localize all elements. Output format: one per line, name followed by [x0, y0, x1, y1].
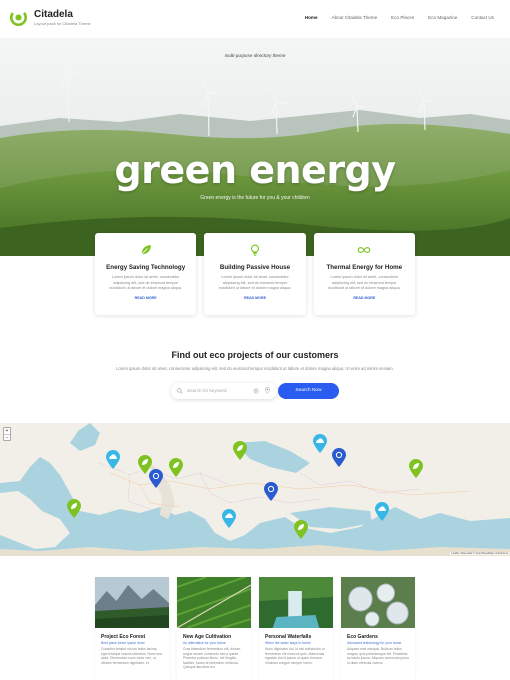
project-text: Cras bibendum fermentum elit, dictum aug…: [183, 647, 241, 670]
project-image-forest[interactable]: [95, 577, 169, 628]
project-title[interactable]: Eco Gardens: [347, 634, 378, 640]
site-header: Citadela Layout pack for Citadela Theme …: [0, 0, 510, 38]
search-icon: [177, 388, 183, 394]
map-marker-leaf[interactable]: [66, 499, 82, 519]
project-tagline: When the water stays in forest: [265, 641, 311, 645]
nav-item-eco-places[interactable]: Eco Places: [391, 15, 414, 20]
project-image-gardens[interactable]: [341, 577, 415, 628]
nav-item-home[interactable]: Home: [305, 15, 318, 20]
project-title[interactable]: Personal Waterfalls: [265, 634, 311, 640]
project-image-waterfall[interactable]: [259, 577, 333, 628]
lightbulb-icon: [250, 244, 260, 256]
feature-card: Thermal Energy for Home Lorem ipsum dolo…: [313, 233, 415, 315]
nav-item-contact[interactable]: Contact Us: [471, 15, 494, 20]
project-text: Nunc dignissim dui, id nisi sollicitudin…: [265, 647, 326, 665]
map-marker-leaf[interactable]: [168, 458, 184, 478]
citadela-logo-icon[interactable]: [10, 9, 27, 26]
find-section-title: Find out eco projects of our customers: [171, 350, 339, 360]
hero-subtitle: Green energy is the future for you & you…: [200, 195, 310, 201]
project-title[interactable]: Project Eco Forest: [101, 634, 145, 640]
project-title[interactable]: New Age Cultivation: [183, 634, 231, 640]
project-tagline: An alternative for your future: [183, 641, 226, 645]
project-card[interactable]: Personal Waterfalls When the water stays…: [259, 577, 333, 680]
search-input[interactable]: Search for keyword: [171, 383, 277, 399]
location-target-icon[interactable]: [253, 388, 259, 394]
hero-landscape-image: [0, 38, 510, 256]
search-form: Search for keyword Search Now: [171, 383, 339, 399]
project-card[interactable]: Eco Gardens Advanced technology for your…: [341, 577, 415, 680]
map-marker-leaf[interactable]: [408, 459, 424, 479]
nav-item-eco-magazine[interactable]: Eco Magazine: [428, 15, 457, 20]
project-card[interactable]: Project Eco Forest Best place lorem ipsu…: [95, 577, 169, 680]
map-pin-icon[interactable]: [265, 387, 270, 394]
feature-card: Building Passive House Lorem ipsum dolor…: [204, 233, 306, 315]
map-marker-cloud[interactable]: [221, 509, 237, 529]
project-text: Aliquam erat volutpat. Nulla ac tellus m…: [347, 647, 409, 665]
read-more-link[interactable]: READ MORE: [95, 296, 196, 300]
map-marker-leaf[interactable]: [293, 520, 309, 540]
map-zoom-control: + −: [3, 427, 11, 441]
map-attribution[interactable]: Leaflet | Map data © OpenStreetMap contr…: [450, 552, 509, 555]
feature-text: Lorem ipsum dolor sit amet, consectetur …: [328, 275, 401, 290]
project-tagline: Advanced technology for your home: [347, 641, 402, 645]
project-cards: Project Eco Forest Best place lorem ipsu…: [95, 576, 415, 680]
feature-text: Lorem ipsum dolor sit amet, consectetur …: [109, 275, 182, 290]
feature-card: Energy Saving Technology Lorem ipsum dol…: [95, 233, 197, 315]
infinity-icon: [358, 247, 371, 253]
project-text: Curabitur tempor nisi ac tellus lacinia,…: [101, 647, 162, 665]
site-title[interactable]: Citadela: [34, 9, 73, 20]
project-image-fields[interactable]: [176, 576, 252, 629]
main-nav: Home About Citadela Theme Eco Places Eco…: [305, 15, 494, 20]
hero-title: green energy: [114, 148, 396, 192]
map-marker-recycle[interactable]: [263, 482, 279, 502]
read-more-link[interactable]: READ MORE: [314, 296, 415, 300]
feature-title: Energy Saving Technology: [106, 264, 186, 271]
map-marker-cloud[interactable]: [105, 450, 121, 470]
site-tagline: Layout pack for Citadela Theme: [34, 21, 91, 26]
feature-title: Thermal Energy for Home: [326, 264, 403, 271]
nav-item-about[interactable]: About Citadela Theme: [332, 15, 378, 20]
leaf-icon: [141, 245, 151, 255]
feature-title: Building Passive House: [219, 264, 291, 271]
map-marker-recycle[interactable]: [331, 448, 347, 468]
zoom-out-button[interactable]: −: [4, 435, 10, 442]
eco-projects-map[interactable]: + − Leaflet | Map data © OpenStreetMap c…: [0, 423, 510, 556]
read-more-link[interactable]: READ MORE: [204, 296, 305, 300]
hero-kicker: multi-purpose directory theme: [224, 53, 286, 58]
zoom-in-button[interactable]: +: [4, 428, 10, 435]
map-marker-recycle[interactable]: [148, 469, 164, 489]
hero-banner: multi-purpose directory theme green ener…: [0, 38, 510, 256]
find-section-text: Lorem ipsum dolor sit amet, consectetur …: [116, 366, 394, 371]
map-marker-cloud[interactable]: [312, 434, 328, 454]
map-tiles[interactable]: [0, 423, 510, 556]
project-card[interactable]: New Age Cultivation An alternative for y…: [176, 576, 252, 680]
map-marker-cloud[interactable]: [374, 502, 390, 522]
search-placeholder: Search for keyword: [187, 388, 227, 393]
search-now-button[interactable]: Search Now: [278, 383, 339, 399]
feature-text: Lorem ipsum dolor sit amet, consectetur …: [218, 275, 292, 290]
project-tagline: Best place lorem ipsum dolor: [101, 641, 145, 645]
feature-cards: Energy Saving Technology Lorem ipsum dol…: [95, 233, 415, 315]
map-marker-leaf[interactable]: [232, 441, 248, 461]
